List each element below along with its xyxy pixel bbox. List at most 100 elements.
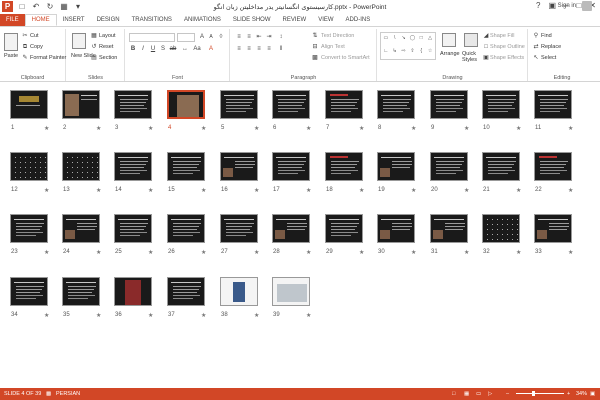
animation-star-icon[interactable]: ★ (464, 249, 469, 256)
slideshow-icon[interactable]: ▦ (59, 2, 69, 12)
animation-star-icon[interactable]: ★ (44, 249, 49, 256)
font-name-combo[interactable] (129, 33, 175, 42)
slide-thumbnail[interactable] (62, 90, 100, 119)
brace-shape-icon[interactable]: { (417, 47, 425, 59)
copy-button[interactable]: Copy (30, 44, 43, 50)
underline-icon[interactable]: U (149, 45, 157, 53)
tab-home[interactable]: HOME (24, 14, 57, 26)
slide-thumbnail[interactable] (220, 152, 258, 181)
slide-thumbnail[interactable] (534, 214, 572, 243)
bullets-icon[interactable]: ≡ (235, 33, 243, 41)
reading-view-icon[interactable]: ▭ (476, 391, 481, 397)
shape-effects-button[interactable]: Shape Effects (490, 55, 524, 61)
slideshow-view-icon[interactable]: ▷ (488, 391, 492, 397)
help-icon[interactable]: ? (536, 1, 540, 10)
animation-star-icon[interactable]: ★ (359, 249, 364, 256)
spellcheck-icon[interactable]: ▩ (46, 391, 51, 397)
shape-fill-button[interactable]: Shape Fill (490, 33, 514, 39)
slide-thumbnail[interactable] (377, 214, 415, 243)
slide-thumbnail[interactable] (377, 152, 415, 181)
tab-view[interactable]: VIEW (312, 14, 339, 26)
cut-button[interactable]: Cut (30, 33, 39, 39)
slide-thumbnail[interactable] (220, 277, 258, 306)
animation-star-icon[interactable]: ★ (201, 249, 206, 256)
shape-outline-button[interactable]: Shape Outline (490, 44, 525, 50)
zoom-slider-thumb[interactable] (532, 391, 535, 396)
slide-thumbnail[interactable] (10, 214, 48, 243)
slide-thumbnail[interactable] (377, 90, 415, 119)
animation-star-icon[interactable]: ★ (254, 312, 259, 319)
format-painter-button[interactable]: Format Painter (30, 55, 66, 61)
animation-star-icon[interactable]: ★ (516, 125, 521, 132)
zoom-level[interactable]: 34% (576, 391, 587, 397)
animation-star-icon[interactable]: ★ (254, 249, 259, 256)
maximize-icon[interactable]: □ (576, 1, 581, 10)
animation-star-icon[interactable]: ★ (411, 187, 416, 194)
connector-shape-icon[interactable]: ∟ (382, 47, 390, 59)
slide-thumbnail[interactable] (482, 90, 520, 119)
animation-star-icon[interactable]: ★ (306, 125, 311, 132)
avatar[interactable] (582, 1, 592, 11)
slide-thumbnail[interactable] (167, 90, 205, 119)
slide-thumbnail[interactable] (430, 214, 468, 243)
slide-thumbnail[interactable] (10, 152, 48, 181)
slide-thumbnail[interactable] (10, 277, 48, 306)
new-slide-icon[interactable] (72, 33, 86, 49)
font-color-icon[interactable]: A (207, 45, 215, 53)
tab-transitions[interactable]: TRANSITIONS (126, 14, 178, 26)
slide-thumbnail[interactable] (272, 152, 310, 181)
arrange-icon[interactable] (442, 33, 456, 47)
align-center-icon[interactable]: ≡ (245, 45, 253, 53)
increase-indent-icon[interactable]: ⇥ (265, 33, 273, 41)
slide-thumbnail[interactable] (62, 214, 100, 243)
tab-design[interactable]: DESIGN (91, 14, 126, 26)
find-button[interactable]: Find (541, 33, 552, 39)
strikethrough-icon[interactable]: ab (169, 45, 177, 53)
slide-thumbnail[interactable] (482, 152, 520, 181)
decrease-font-icon[interactable]: A (207, 33, 215, 41)
char-spacing-icon[interactable]: ↔ (181, 45, 189, 53)
bent-arrow-shape-icon[interactable]: ↳ (391, 47, 399, 59)
tab-add-ins[interactable]: ADD-INS (340, 14, 377, 26)
section-button[interactable]: Section (99, 55, 117, 61)
slide-thumbnail[interactable] (534, 90, 572, 119)
triangle-shape-icon[interactable]: △ (426, 34, 434, 46)
square-shape-icon[interactable]: □ (417, 34, 425, 46)
animation-star-icon[interactable]: ★ (464, 187, 469, 194)
quick-styles-button[interactable]: Quick Styles (462, 51, 482, 63)
animation-star-icon[interactable]: ★ (411, 249, 416, 256)
animation-star-icon[interactable]: ★ (254, 187, 259, 194)
animation-star-icon[interactable]: ★ (96, 125, 101, 132)
arrange-button[interactable]: Arrange (440, 51, 460, 57)
animation-star-icon[interactable]: ★ (306, 312, 311, 319)
align-left-icon[interactable]: ≡ (235, 45, 243, 53)
animation-star-icon[interactable]: ★ (201, 187, 206, 194)
replace-button[interactable]: Replace (541, 44, 561, 50)
slide-thumbnail[interactable] (272, 277, 310, 306)
animation-star-icon[interactable]: ★ (568, 249, 573, 256)
slide-thumbnail[interactable] (167, 277, 205, 306)
animation-star-icon[interactable]: ★ (359, 125, 364, 132)
decrease-indent-icon[interactable]: ⇤ (255, 33, 263, 41)
increase-font-icon[interactable]: A (198, 33, 206, 41)
tab-file[interactable]: FILE (0, 14, 25, 26)
animation-star-icon[interactable]: ★ (464, 125, 469, 132)
animation-star-icon[interactable]: ★ (148, 312, 153, 319)
slide-thumbnail[interactable] (220, 214, 258, 243)
star-shape-icon[interactable]: ☆ (426, 47, 434, 59)
bold-icon[interactable]: B (129, 45, 137, 53)
select-button[interactable]: Select (541, 55, 556, 61)
animation-star-icon[interactable]: ★ (516, 187, 521, 194)
clear-format-icon[interactable]: ◊ (217, 33, 225, 41)
justify-icon[interactable]: ≡ (265, 45, 273, 53)
reset-button[interactable]: Reset (99, 44, 113, 50)
animation-star-icon[interactable]: ★ (96, 249, 101, 256)
animation-star-icon[interactable]: ★ (148, 249, 153, 256)
language-indicator[interactable]: PERSIAN (56, 391, 80, 397)
text-direction-button[interactable]: Text Direction (321, 33, 354, 39)
fit-to-window-icon[interactable]: ▣ (590, 391, 595, 397)
animation-star-icon[interactable]: ★ (516, 249, 521, 256)
slide-thumbnail[interactable] (167, 214, 205, 243)
align-right-icon[interactable]: ≡ (255, 45, 263, 53)
animation-star-icon[interactable]: ★ (306, 249, 311, 256)
